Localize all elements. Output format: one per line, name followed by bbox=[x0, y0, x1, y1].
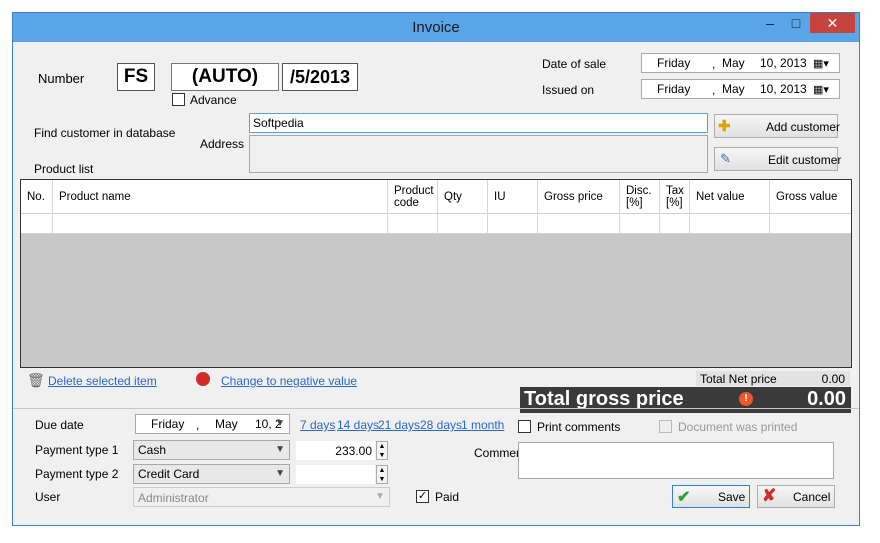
checkmark-icon: ✔ bbox=[677, 489, 691, 506]
chevron-down-icon: ▼ bbox=[275, 468, 285, 479]
quick-link-14-days[interactable]: 14 days bbox=[337, 418, 379, 432]
col-header-product-name[interactable]: Product name bbox=[53, 180, 388, 214]
payment-type-1-label: Payment type 1 bbox=[35, 443, 119, 457]
number-prefix-field[interactable]: FS bbox=[117, 63, 155, 91]
issued-on-picker[interactable]: Friday , May 10, 2013 ▦▾ bbox=[641, 79, 840, 99]
user-label: User bbox=[35, 490, 61, 504]
customer-search-input[interactable]: Softpedia bbox=[249, 113, 708, 133]
calendar-icon[interactable]: ▦▾ bbox=[813, 83, 829, 96]
due-date-picker[interactable]: Friday , May 10, 2 ▼ bbox=[135, 414, 290, 434]
payment-type-2-label: Payment type 2 bbox=[35, 467, 119, 481]
advance-label: Advance bbox=[190, 93, 237, 107]
col-header-disc[interactable]: Disc. [%] bbox=[620, 180, 660, 214]
number-suffix-field[interactable]: /5/2013 bbox=[282, 63, 358, 91]
add-customer-button[interactable]: ✚ Add customer bbox=[714, 114, 840, 138]
payment-type-2-amount[interactable] bbox=[296, 465, 375, 484]
col-header-gross-value[interactable]: Gross value bbox=[770, 180, 851, 214]
col-header-gross-price[interactable]: Gross price bbox=[538, 180, 620, 214]
save-button[interactable]: ✔ Save bbox=[672, 485, 750, 508]
total-gross-bar: Total gross price ! 0.00 bbox=[520, 387, 851, 413]
advance-checkbox[interactable] bbox=[172, 93, 185, 106]
col-header-net-value[interactable]: Net value bbox=[690, 180, 770, 214]
paid-checkbox[interactable]: ✓ bbox=[416, 490, 429, 503]
chevron-down-icon: ▼ bbox=[275, 444, 285, 455]
maximize-button[interactable]: □ bbox=[782, 13, 810, 33]
comment-field[interactable] bbox=[518, 442, 834, 479]
delete-selected-link[interactable]: Delete selected item bbox=[48, 374, 157, 388]
close-button[interactable]: ✕ bbox=[810, 13, 855, 33]
due-date-label: Due date bbox=[35, 418, 84, 432]
date-of-sale-label: Date of sale bbox=[542, 57, 607, 71]
window-title: Invoice bbox=[412, 19, 460, 36]
number-auto-field[interactable]: (AUTO) bbox=[171, 63, 279, 91]
edit-icon: ✎ bbox=[720, 151, 731, 166]
address-field[interactable] bbox=[249, 135, 708, 173]
total-net-row: Total Net price 0.00 bbox=[696, 371, 850, 386]
chevron-down-icon[interactable]: ▼ bbox=[275, 418, 285, 429]
col-header-iu[interactable]: IU bbox=[488, 180, 538, 214]
col-header-no[interactable]: No. bbox=[21, 180, 53, 214]
chevron-down-icon: ▼ bbox=[375, 491, 385, 502]
product-list-label: Product list bbox=[34, 162, 94, 176]
edit-customer-button[interactable]: ✎ Edit customer bbox=[714, 147, 841, 171]
cancel-button[interactable]: ✘ Cancel bbox=[757, 485, 835, 508]
payment-type-2-select[interactable]: Credit Card ▼ bbox=[133, 464, 290, 484]
product-grid[interactable]: No. Product name Product code Qty IU Gro… bbox=[20, 179, 852, 368]
payment-type-1-select[interactable]: Cash ▼ bbox=[133, 440, 290, 460]
col-header-qty[interactable]: Qty bbox=[438, 180, 488, 214]
user-select: Administrator ▼ bbox=[133, 487, 390, 507]
quick-link-7-days[interactable]: 7 days bbox=[300, 418, 335, 432]
grid-header: No. Product name Product code Qty IU Gro… bbox=[21, 180, 851, 214]
warning-icon: ! bbox=[739, 392, 753, 406]
cancel-icon: ✘ bbox=[762, 486, 777, 505]
quick-link-28-days[interactable]: 28 days bbox=[420, 418, 462, 432]
quick-link-1-month[interactable]: 1 month bbox=[461, 418, 504, 432]
negative-value-link[interactable]: Change to negative value bbox=[221, 374, 357, 388]
minimize-button[interactable]: – bbox=[755, 13, 785, 33]
table-row[interactable] bbox=[21, 214, 851, 234]
number-label: Number bbox=[38, 71, 85, 86]
print-comments-label: Print comments bbox=[537, 420, 621, 434]
amount-2-spinner[interactable]: ▲ ▼ bbox=[376, 465, 388, 484]
col-header-tax[interactable]: Tax [%] bbox=[660, 180, 690, 214]
date-of-sale-picker[interactable]: Friday , May 10, 2013 ▦▾ bbox=[641, 53, 840, 73]
col-header-product-code[interactable]: Product code bbox=[388, 180, 438, 214]
divider bbox=[13, 408, 859, 409]
issued-on-label: Issued on bbox=[542, 83, 595, 97]
quick-link-21-days[interactable]: 21 days bbox=[378, 418, 420, 432]
address-label: Address bbox=[200, 137, 245, 151]
document-printed-label: Document was printed bbox=[678, 420, 798, 434]
paid-label: Paid bbox=[435, 490, 460, 504]
payment-type-1-amount[interactable]: 233.00 bbox=[296, 441, 375, 460]
negative-value-icon[interactable] bbox=[196, 372, 210, 386]
amount-1-spinner[interactable]: ▲ ▼ bbox=[376, 441, 388, 460]
find-customer-label: Find customer in database bbox=[34, 126, 176, 140]
plus-icon: ✚ bbox=[718, 118, 731, 135]
calendar-icon[interactable]: ▦▾ bbox=[813, 57, 829, 70]
document-printed-checkbox bbox=[659, 420, 672, 433]
trash-icon[interactable]: 🗑 bbox=[27, 372, 45, 389]
print-comments-checkbox[interactable] bbox=[518, 420, 531, 433]
